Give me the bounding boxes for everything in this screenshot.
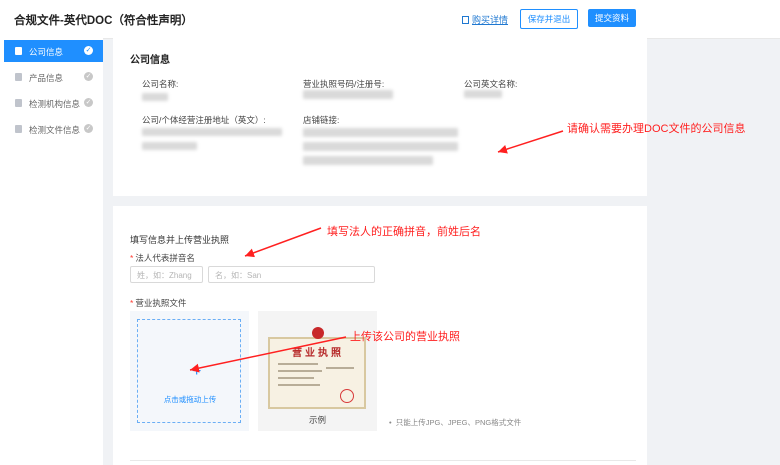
annotation-upload-license: 上传该公司的营业执照 [350, 331, 460, 343]
annotation-fill-legal-name: 填写法人的正确拼音，前姓后名 [327, 226, 481, 238]
annotation-confirm-company: 请确认需要办理DOC文件的公司信息 [567, 123, 746, 135]
arrow-upload-license [189, 336, 347, 373]
arrow-fill-legal-name [244, 227, 322, 258]
arrow-confirm-company [497, 130, 564, 154]
